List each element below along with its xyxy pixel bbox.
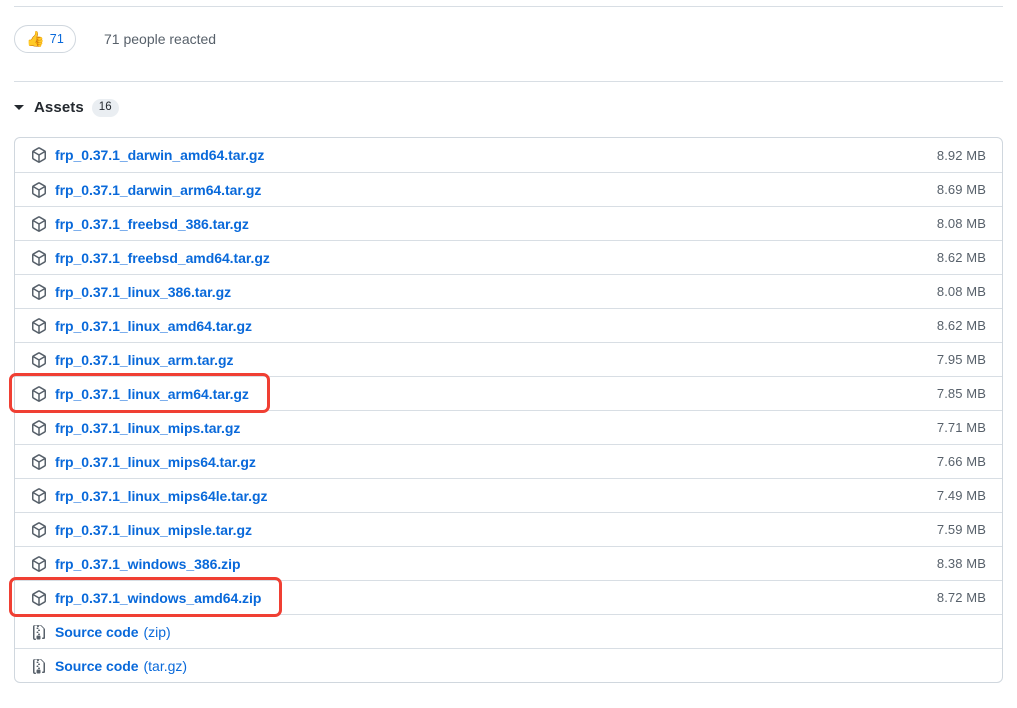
asset-row[interactable]: frp_0.37.1_windows_386.zip 8.38 MB [15, 546, 1002, 580]
asset-row[interactable]: frp_0.37.1_freebsd_386.tar.gz 8.08 MB [15, 206, 1002, 240]
assets-list: frp_0.37.1_darwin_amd64.tar.gz 8.92 MB frp… [14, 137, 1003, 683]
asset-name-link[interactable]: frp_0.37.1_linux_mips64le.tar.gz [55, 488, 267, 504]
package-icon [31, 555, 47, 572]
asset-name-link[interactable]: frp_0.37.1_linux_arm64.tar.gz [55, 386, 249, 402]
assets-count-badge: 16 [91, 99, 119, 117]
file-zip-icon [31, 624, 47, 640]
asset-name-link[interactable]: frp_0.37.1_linux_mipsle.tar.gz [55, 522, 252, 538]
package-icon [31, 351, 47, 368]
package-icon [31, 147, 47, 163]
package-icon [31, 453, 47, 470]
asset-name-link[interactable]: frp_0.37.1_windows_386.zip [55, 556, 241, 572]
asset-size: 8.62 MB [936, 250, 986, 265]
asset-row[interactable]: frp_0.37.1_linux_amd64.tar.gz 8.62 MB [15, 308, 1002, 342]
asset-row[interactable]: Source code (tar.gz) [15, 648, 1002, 682]
asset-row[interactable]: frp_0.37.1_linux_386.tar.gz 8.08 MB [15, 274, 1002, 308]
package-icon [31, 419, 47, 436]
asset-name-link[interactable]: frp_0.37.1_linux_mips.tar.gz [55, 420, 240, 436]
asset-size: 8.08 MB [936, 284, 986, 299]
package-icon [31, 317, 47, 334]
asset-size: 8.72 MB [936, 590, 986, 605]
asset-name-link[interactable]: frp_0.37.1_linux_arm.tar.gz [55, 352, 233, 368]
asset-row[interactable]: Source code (zip) [15, 614, 1002, 648]
package-icon [31, 249, 47, 266]
asset-row[interactable]: frp_0.37.1_darwin_arm64.tar.gz 8.69 MB [15, 172, 1002, 206]
asset-row[interactable]: frp_0.37.1_linux_mips64.tar.gz 7.66 MB [15, 444, 1002, 478]
thumbs-up-icon: 👍 [26, 30, 45, 48]
asset-row[interactable]: frp_0.37.1_linux_arm.tar.gz 7.95 MB [15, 342, 1002, 376]
divider-top [14, 6, 1003, 7]
asset-size: 8.92 MB [936, 147, 986, 163]
reactions-bar: 👍 71 71 people reacted [14, 25, 216, 53]
asset-name-link[interactable]: frp_0.37.1_freebsd_amd64.tar.gz [55, 250, 270, 266]
asset-size: 7.66 MB [936, 454, 986, 469]
asset-name-link[interactable]: frp_0.37.1_linux_amd64.tar.gz [55, 318, 252, 334]
asset-row[interactable]: frp_0.37.1_linux_mips64le.tar.gz 7.49 MB [15, 478, 1002, 512]
asset-row[interactable]: frp_0.37.1_linux_arm64.tar.gz 7.85 MB [15, 376, 1002, 410]
asset-size: 7.49 MB [936, 488, 986, 503]
asset-name-link[interactable]: Source code [55, 624, 139, 640]
asset-size: 7.85 MB [936, 386, 986, 401]
asset-name-link[interactable]: frp_0.37.1_linux_mips64.tar.gz [55, 454, 256, 470]
file-zip-icon [31, 658, 47, 674]
package-icon [31, 283, 47, 300]
package-icon [31, 589, 47, 606]
reaction-thumbs-up-button[interactable]: 👍 71 [14, 25, 76, 53]
package-icon [31, 215, 47, 232]
caret-down-icon [14, 105, 24, 111]
asset-format-suffix: (tar.gz) [143, 657, 188, 674]
asset-row[interactable]: frp_0.37.1_freebsd_amd64.tar.gz 8.62 MB [15, 240, 1002, 274]
asset-name-link[interactable]: frp_0.37.1_darwin_arm64.tar.gz [55, 182, 261, 198]
asset-size: 8.38 MB [936, 556, 986, 571]
package-icon [31, 521, 47, 538]
asset-row[interactable]: frp_0.37.1_linux_mips.tar.gz 7.71 MB [15, 410, 1002, 444]
asset-name-link[interactable]: frp_0.37.1_freebsd_386.tar.gz [55, 216, 249, 232]
asset-size: 8.69 MB [936, 182, 986, 197]
asset-name-link[interactable]: frp_0.37.1_darwin_amd64.tar.gz [55, 147, 264, 163]
asset-size: 8.62 MB [936, 318, 986, 333]
asset-name-link[interactable]: frp_0.37.1_windows_amd64.zip [55, 590, 261, 606]
asset-row[interactable]: frp_0.37.1_linux_mipsle.tar.gz 7.59 MB [15, 512, 1002, 546]
reaction-summary-text: 71 people reacted [104, 31, 217, 47]
package-icon [31, 385, 47, 402]
asset-name-link[interactable]: frp_0.37.1_linux_386.tar.gz [55, 284, 231, 300]
asset-row[interactable]: frp_0.37.1_windows_amd64.zip 8.72 MB [15, 580, 1002, 614]
asset-size: 7.59 MB [936, 522, 986, 537]
package-icon [31, 181, 47, 198]
reaction-count: 71 [49, 31, 64, 46]
asset-format-suffix: (zip) [143, 623, 171, 640]
asset-row[interactable]: frp_0.37.1_darwin_amd64.tar.gz 8.92 MB [15, 138, 1002, 172]
asset-size: 7.95 MB [936, 352, 986, 367]
asset-size: 8.08 MB [936, 216, 986, 231]
asset-size: 7.71 MB [936, 420, 986, 435]
asset-name-link[interactable]: Source code [55, 658, 139, 674]
assets-toggle[interactable]: Assets 16 [14, 99, 119, 117]
assets-title: Assets [34, 99, 84, 117]
package-icon [31, 487, 47, 504]
divider-middle [14, 81, 1003, 82]
